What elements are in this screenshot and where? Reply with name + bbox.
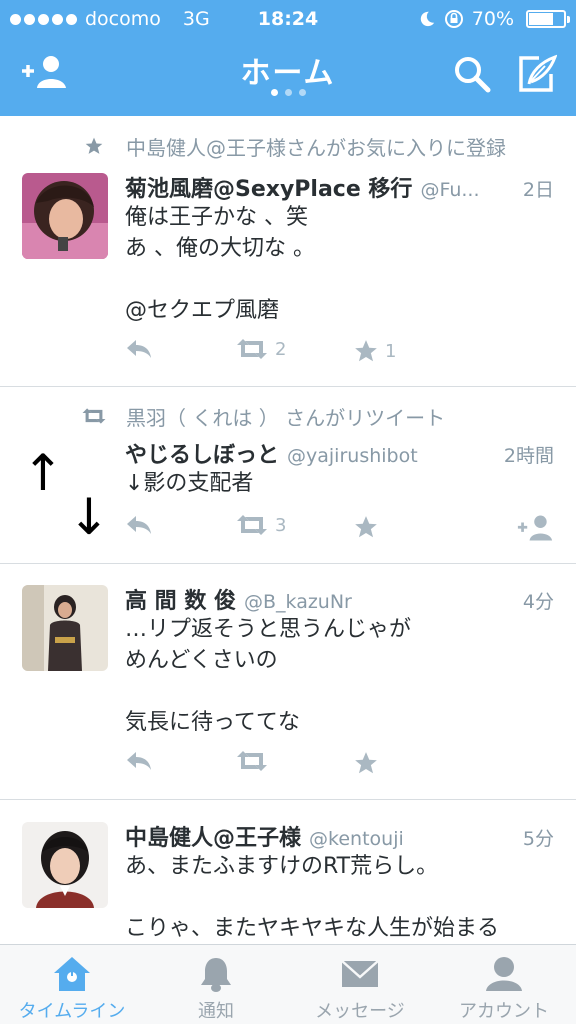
tweet-actions: 3 — [125, 514, 565, 542]
avatar[interactable]: ↑ ↓ — [22, 439, 108, 559]
favorite-count: 1 — [385, 340, 397, 362]
author-handle[interactable]: @yajirushibot — [287, 445, 496, 467]
tweet-text: …リプ返そうと思うんじゃが めんどくさいの 気長に待っててな — [125, 617, 412, 735]
avatar[interactable] — [22, 173, 108, 259]
tab-bar: タイムライン 通知 メッセージ アカウント — [0, 944, 576, 1024]
tweet-text: あ、またふますけのRT荒らし。 こりゃ、またヤキヤキな人生が始まる — [125, 854, 500, 941]
tweet-context-text: 黒羽（ くれは ） さんがリツイート — [126, 405, 446, 430]
tweet-context-text: 中島健人@王子様さんがお気に入りに登録 — [126, 135, 506, 160]
tab-label: アカウント — [459, 1001, 549, 1022]
battery-percent: 70% — [471, 8, 514, 30]
tweet-actions — [125, 750, 565, 776]
star-icon — [355, 752, 377, 774]
favorite-button[interactable] — [353, 750, 385, 776]
author-handle[interactable]: @B_kazuNr — [244, 591, 515, 613]
tab-label: 通知 — [198, 1001, 234, 1022]
avatar-up-arrow: ↑ — [22, 444, 64, 502]
star-icon — [355, 516, 377, 538]
tab-notifications[interactable]: 通知 — [144, 945, 288, 1024]
tweet[interactable]: 黒羽（ くれは ） さんがリツイート ↑ ↓ やじるしぼっと @yajirush… — [0, 387, 576, 564]
tweet-header: 高 間 数 俊 @B_kazuNr 4分 — [125, 583, 554, 615]
tweet-text: ↓影の支配者 — [125, 471, 254, 496]
retweet-icon — [237, 515, 267, 535]
home-icon — [54, 957, 90, 991]
author-name[interactable]: 菊池風磨@SexyPlace 移行 — [125, 171, 412, 203]
tweet[interactable]: 中島健人@王子様 @kentouji 5分 あ、またふますけのRT荒らし。 こり… — [0, 800, 576, 944]
star-icon — [85, 137, 103, 154]
tweet-time: 2日 — [522, 179, 554, 201]
person-icon — [486, 957, 522, 991]
tab-label: タイムライン — [18, 1001, 126, 1022]
tab-label: メッセージ — [315, 1001, 405, 1022]
author-handle[interactable]: @kentouji — [309, 828, 515, 850]
reply-button[interactable] — [125, 514, 153, 536]
reply-icon — [127, 516, 151, 534]
tab-account[interactable]: アカウント — [432, 945, 576, 1024]
avatar[interactable] — [22, 822, 108, 908]
retweet-button[interactable] — [235, 750, 275, 772]
author-name[interactable]: やじるしぼっと — [125, 437, 279, 469]
retweet-icon — [237, 339, 267, 359]
page-dot — [270, 89, 278, 96]
favorite-button[interactable] — [353, 514, 379, 540]
tweet-header: 菊池風磨@SexyPlace 移行 @Fu... 2日 — [125, 171, 554, 203]
moon-icon — [420, 11, 434, 27]
compose-icon — [519, 54, 558, 92]
tweet-time: 5分 — [522, 828, 554, 850]
avatar-image — [22, 173, 108, 259]
avatar-image — [22, 822, 108, 908]
search-button[interactable] — [452, 54, 492, 98]
star-icon — [355, 340, 377, 362]
reply-icon — [127, 340, 151, 358]
bell-icon — [201, 958, 231, 992]
follow-button[interactable] — [515, 514, 555, 542]
retweet-button[interactable]: 3 — [235, 514, 286, 536]
tweet-text: 俺は王子かな 、笑 あ 、俺の大切な 。 @セクエプ風磨 — [125, 205, 315, 323]
timeline[interactable]: 中島健人@王子様さんがお気に入りに登録 菊池風磨@SexyPlace 移行 @F… — [0, 116, 576, 944]
tweet-time: 2時間 — [503, 445, 554, 467]
author-name[interactable]: 中島健人@王子様 — [125, 820, 301, 852]
author-name[interactable]: 高 間 数 俊 — [125, 583, 236, 615]
tweet-context: 中島健人@王子様さんがお気に入りに登録 — [80, 133, 506, 160]
avatar-down-arrow: ↓ — [68, 488, 108, 546]
tweet[interactable]: 高 間 数 俊 @B_kazuNr 4分 …リプ返そうと思うんじゃが めんどくさ… — [0, 564, 576, 800]
search-icon — [455, 57, 491, 93]
reply-icon — [127, 752, 151, 770]
retweet-icon — [82, 408, 106, 424]
add-user-icon — [517, 515, 553, 541]
compose-button[interactable] — [517, 54, 558, 98]
page-dot — [298, 89, 306, 96]
retweet-button[interactable]: 2 — [235, 338, 286, 360]
tweet-actions: 2 1 — [125, 338, 565, 364]
battery-icon — [526, 10, 570, 28]
tab-timeline[interactable]: タイムライン — [0, 945, 144, 1024]
favorite-button[interactable]: 1 — [353, 338, 396, 364]
tweet[interactable]: 中島健人@王子様さんがお気に入りに登録 菊池風磨@SexyPlace 移行 @F… — [0, 116, 576, 387]
tweet-context: 黒羽（ くれは ） さんがリツイート — [80, 403, 446, 430]
tweet-time: 4分 — [522, 591, 554, 613]
tab-messages[interactable]: メッセージ — [288, 945, 432, 1024]
reply-button[interactable] — [125, 338, 153, 360]
tweet-header: 中島健人@王子様 @kentouji 5分 — [125, 820, 554, 852]
status-bar: docomo 3G 18:24 70% — [0, 0, 576, 40]
author-handle[interactable]: @Fu... — [420, 179, 514, 201]
envelope-icon — [341, 960, 379, 987]
retweet-icon — [237, 751, 267, 771]
retweet-count: 2 — [275, 338, 287, 360]
reply-button[interactable] — [125, 750, 153, 772]
avatar-image — [22, 585, 108, 671]
avatar[interactable] — [22, 585, 108, 671]
tweet-header: やじるしぼっと @yajirushibot 2時間 — [125, 437, 554, 469]
rotation-lock-icon — [444, 10, 463, 28]
page-dot — [284, 89, 292, 96]
app-header: docomo 3G 18:24 70% ホーム — [0, 0, 576, 116]
retweet-count: 3 — [275, 514, 287, 536]
